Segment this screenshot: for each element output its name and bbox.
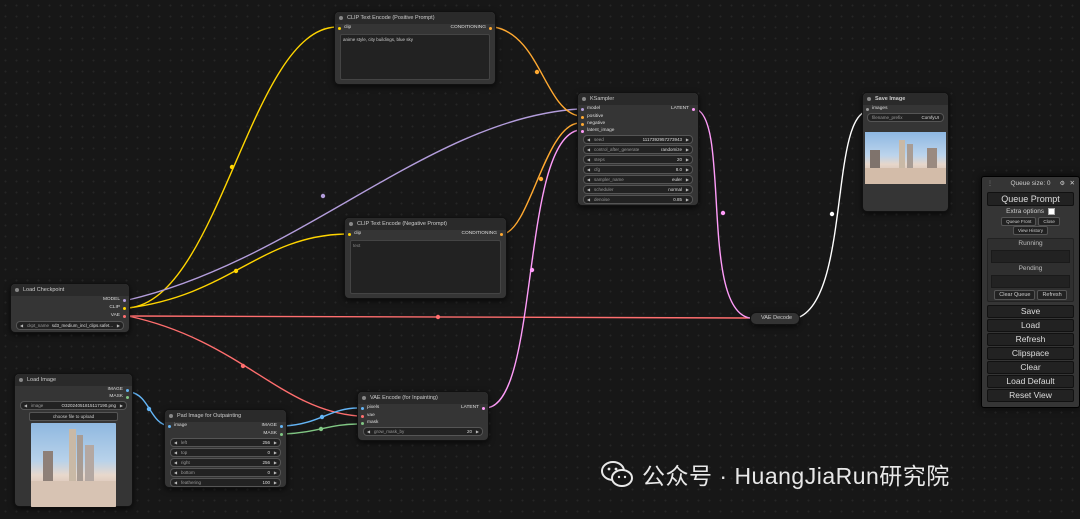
widget-seed[interactable]: ◀ seed 1117392957273943 ▶ — [583, 135, 693, 144]
load-default-button[interactable]: Load Default — [987, 375, 1074, 388]
node-load-checkpoint[interactable]: Load Checkpoint MODEL CLIP VAE ◀ ckpt_nam… — [10, 283, 130, 333]
output-mask[interactable]: MASK — [165, 430, 286, 437]
output-latent[interactable]: LATENT — [671, 105, 698, 113]
output-image[interactable]: IMAGE — [262, 422, 286, 430]
widget-image[interactable]: ◀ image O32024051815117190.png ▶ — [20, 401, 127, 410]
view-history-row: View History — [982, 226, 1079, 235]
node-title[interactable]: Load Image — [15, 374, 132, 386]
input-vae[interactable]: vae — [358, 412, 488, 419]
clear-queue-button[interactable]: Clear Queue — [994, 290, 1036, 300]
prompt-textarea[interactable]: anime style, city buildings, blue sky — [340, 34, 490, 80]
node-title[interactable]: KSampler — [578, 93, 698, 105]
output-conditioning[interactable]: CONDITIONING — [451, 24, 495, 32]
running-label: Running — [1018, 240, 1043, 247]
widget-sampler-name[interactable]: ◀ sampler_name euler ▶ — [583, 175, 693, 184]
close-icon[interactable]: ✕ — [1070, 177, 1075, 191]
input-model[interactable]: model — [578, 105, 600, 113]
clear-button[interactable]: Clear — [987, 361, 1074, 374]
input-image[interactable]: image — [165, 422, 187, 430]
node-title[interactable]: VAE Decode — [751, 313, 799, 324]
queue-front-button[interactable]: Queue Front — [1001, 217, 1037, 226]
refresh-button[interactable]: Refresh — [987, 333, 1074, 346]
input-latent-image[interactable]: latent_image — [578, 127, 698, 134]
node-vae-decode[interactable]: VAE Decode — [750, 312, 800, 325]
widget-bottom[interactable]: ◀ bottom 0 ▶ — [170, 468, 281, 477]
widget-left[interactable]: ◀ left 256 ▶ — [170, 438, 281, 447]
queue-header[interactable]: ⋮ Queue size: 0 ⚙ ✕ — [982, 177, 1079, 191]
queue-size-label: Queue size: 0 — [1010, 180, 1051, 187]
node-save-image[interactable]: Save Image images filename_prefix ComfyUI — [862, 92, 949, 212]
image-preview — [31, 423, 116, 507]
output-image-preview — [865, 132, 946, 184]
node-pad-image[interactable]: Pad Image for Outpainting image IMAGE MA… — [164, 409, 287, 488]
output-model[interactable]: MODEL — [11, 296, 129, 304]
pending-label: Pending — [1018, 265, 1043, 272]
node-vae-encode-inpaint[interactable]: VAE Encode (for Inpainting) pixels LATEN… — [357, 391, 489, 441]
gear-icon[interactable]: ⚙ — [1060, 177, 1065, 191]
node-clip-text-negative[interactable]: CLIP Text Encode (Negative Prompt) clip … — [344, 217, 507, 299]
queue-status-section: Running Pending Clear Queue Refresh — [987, 238, 1074, 302]
output-mask[interactable]: MASK — [15, 393, 132, 400]
reset-view-button[interactable]: Reset View — [987, 389, 1074, 402]
input-images[interactable]: images — [863, 105, 948, 112]
node-title[interactable]: Load Checkpoint — [11, 284, 129, 296]
node-clip-text-positive[interactable]: CLIP Text Encode (Positive Prompt) clip … — [334, 11, 496, 85]
queue-panel[interactable]: ⋮ Queue size: 0 ⚙ ✕ Queue Prompt Extra o… — [981, 176, 1080, 408]
output-conditioning[interactable]: CONDITIONING — [462, 230, 506, 238]
clipspace-button[interactable]: Clipspace — [987, 347, 1074, 360]
node-title[interactable]: CLIP Text Encode (Positive Prompt) — [335, 12, 495, 24]
widget-control-after-generate[interactable]: ◀ control_after_generate randomize ▶ — [583, 145, 693, 154]
node-ksampler[interactable]: KSampler model LATENT positive negative … — [577, 92, 699, 206]
save-button[interactable]: Save — [987, 305, 1074, 318]
watermark: 公众号 · HuangJiaRun研究院 — [600, 454, 950, 494]
node-title[interactable]: CLIP Text Encode (Negative Prompt) — [345, 218, 506, 230]
close-button[interactable]: Close — [1038, 217, 1060, 226]
output-latent[interactable]: LATENT — [461, 404, 488, 412]
pending-list — [991, 275, 1070, 288]
input-clip[interactable]: clip — [335, 24, 351, 32]
watermark-text: 公众号 · HuangJiaRun研究院 — [642, 463, 950, 489]
widget-filename-prefix[interactable]: filename_prefix ComfyUI — [867, 113, 944, 122]
widget-grow-mask-by[interactable]: ◀ grow_mask_by 20 ▶ — [363, 427, 483, 436]
node-title[interactable]: VAE Encode (for Inpainting) — [358, 392, 488, 404]
widget-feathering[interactable]: ◀ feathering 100 ▶ — [170, 478, 281, 487]
node-title[interactable]: Pad Image for Outpainting — [165, 410, 286, 422]
refresh-queue-button[interactable]: Refresh — [1037, 290, 1067, 300]
running-list — [991, 250, 1070, 263]
widget-steps[interactable]: ◀ steps 20 ▶ — [583, 155, 693, 164]
prompt-textarea[interactable]: text — [350, 240, 501, 294]
input-pixels[interactable]: pixels — [358, 404, 379, 412]
input-negative[interactable]: negative — [578, 120, 698, 127]
load-button[interactable]: Load — [987, 319, 1074, 332]
widget-top[interactable]: ◀ top 0 ▶ — [170, 448, 281, 457]
input-positive[interactable]: positive — [578, 113, 698, 120]
drag-handle-icon[interactable]: ⋮ — [987, 177, 993, 191]
node-load-image[interactable]: Load Image IMAGE MASK ◀ image O32024051815… — [14, 373, 133, 507]
queue-front-row: Queue Front Close — [982, 217, 1079, 226]
extra-options-row: Extra options — [982, 207, 1079, 217]
widget-ckpt-name[interactable]: ◀ ckpt_name sd3_medium_incl_clips.safet...… — [16, 321, 124, 330]
output-vae[interactable]: VAE — [11, 312, 129, 320]
extra-options-label: Extra options — [1006, 208, 1045, 215]
output-clip[interactable]: CLIP — [11, 304, 129, 312]
widget-scheduler[interactable]: ◀ scheduler normal ▶ — [583, 185, 693, 194]
node-title[interactable]: Save Image — [863, 93, 948, 105]
upload-button[interactable]: choose file to upload — [29, 412, 118, 421]
widget-denoise[interactable]: ◀ denoise 0.85 ▶ — [583, 195, 693, 204]
queue-actions-row: Clear Queue Refresh — [988, 289, 1073, 301]
view-history-button[interactable]: View History — [1013, 226, 1048, 235]
input-mask[interactable]: mask — [358, 419, 488, 426]
queue-prompt-button[interactable]: Queue Prompt — [987, 192, 1074, 206]
extra-options-checkbox[interactable] — [1047, 207, 1055, 215]
widget-cfg[interactable]: ◀ cfg 8.0 ▶ — [583, 165, 693, 174]
wechat-icon — [600, 459, 634, 489]
input-clip[interactable]: clip — [345, 230, 361, 238]
widget-right[interactable]: ◀ right 256 ▶ — [170, 458, 281, 467]
wire-layer — [127, 26, 869, 435]
output-image[interactable]: IMAGE — [15, 386, 132, 393]
